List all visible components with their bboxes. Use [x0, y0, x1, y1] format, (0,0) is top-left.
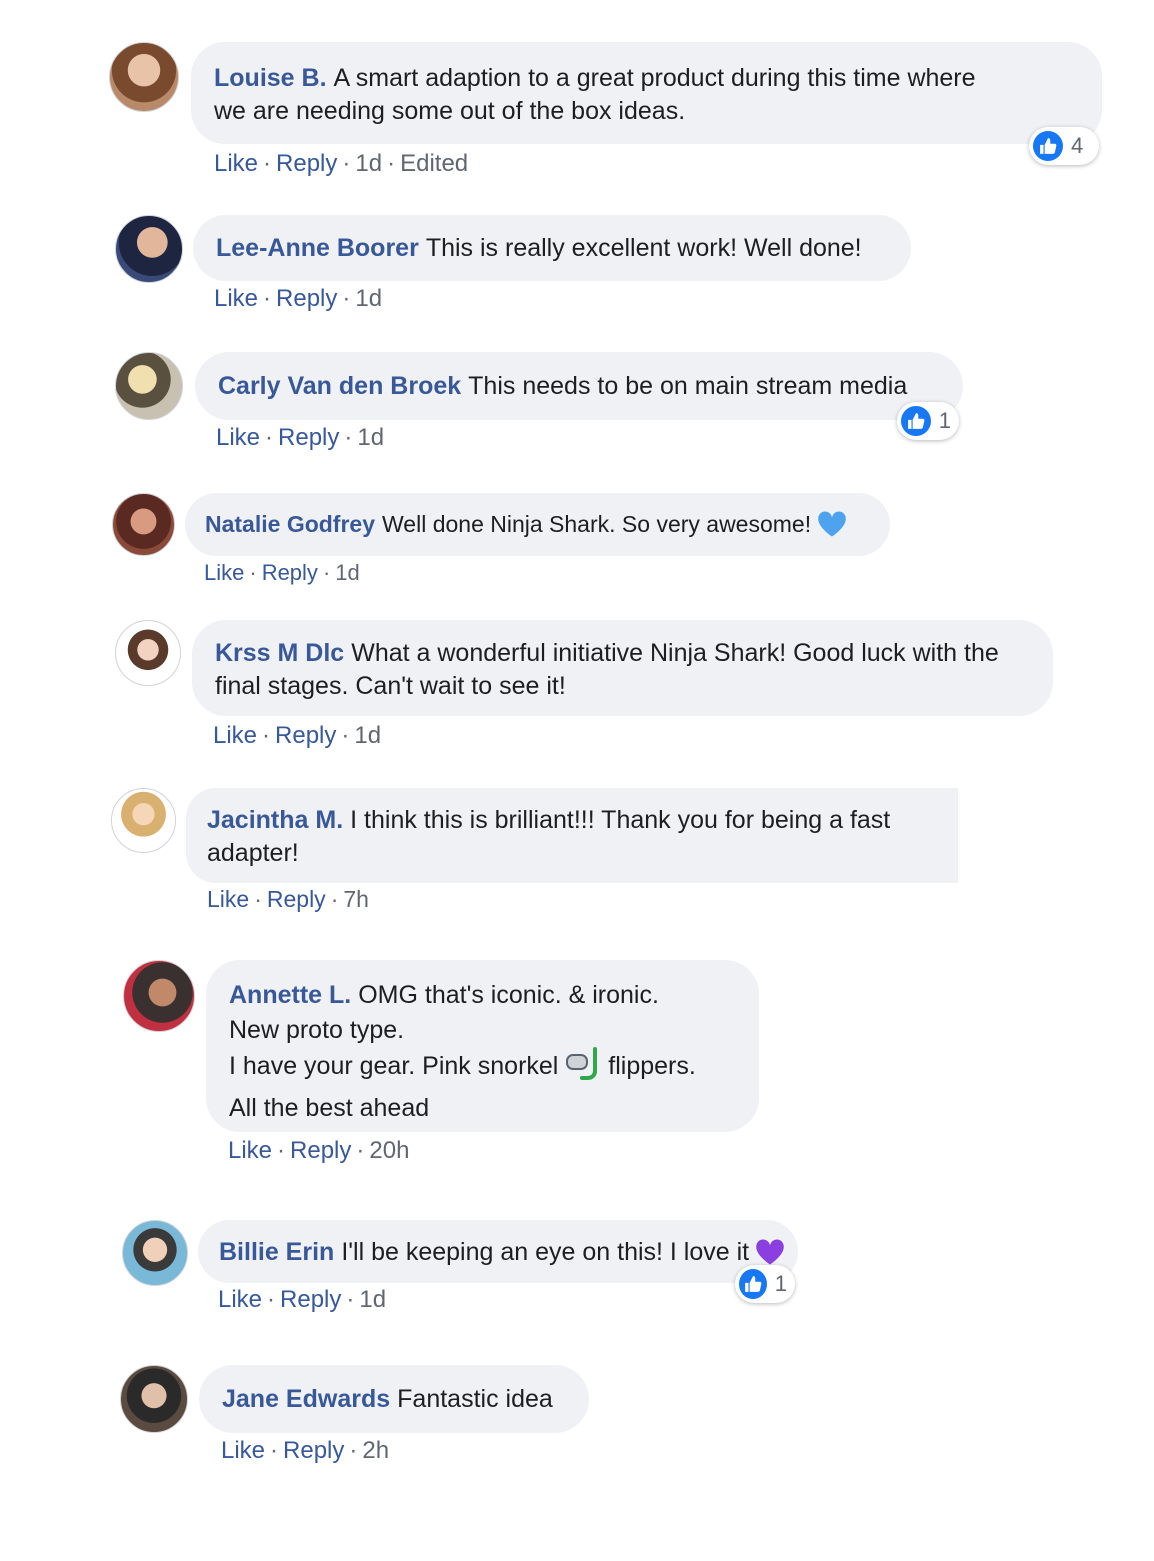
- reaction-number: 4: [1071, 133, 1084, 158]
- comment-text: flippers.: [608, 1052, 696, 1080]
- comment-bubble: Annette L. OMG that's iconic. & ironic. N…: [206, 960, 759, 1132]
- reply-link[interactable]: Reply: [262, 560, 318, 585]
- like-link[interactable]: Like: [214, 285, 258, 312]
- comment-bubble: Lee-Anne Boorer This is really excellent …: [193, 215, 911, 281]
- comment-author[interactable]: Jane Edwards: [222, 1385, 390, 1413]
- comment-text: What a wonderful initiative Ninja Shark!…: [351, 639, 999, 667]
- reaction-count[interactable]: 1: [735, 1265, 795, 1303]
- like-link[interactable]: Like: [207, 886, 249, 912]
- comment-text: New proto type.: [229, 1015, 405, 1044]
- edited-label: Edited: [400, 150, 469, 177]
- reply-link[interactable]: Reply: [278, 424, 339, 451]
- like-reaction-icon: [901, 406, 931, 436]
- comment-actions: Like · Reply · 1d: [204, 560, 360, 585]
- comment-bubble: Krss M Dlc What a wonderful initiative Ni…: [192, 620, 1053, 716]
- reaction-count[interactable]: 1: [897, 402, 959, 440]
- timestamp[interactable]: 1d: [355, 150, 382, 177]
- comment-author[interactable]: Jacintha M.: [207, 806, 343, 834]
- like-link[interactable]: Like: [213, 722, 257, 749]
- comment-author[interactable]: Annette L.: [229, 981, 351, 1009]
- comment-text: OMG that's iconic. & ironic.: [358, 981, 659, 1009]
- comment-bubble: Natalie Godfrey Well done Ninja Shark. So…: [185, 493, 890, 556]
- comment-text: I'll be keeping an eye on this! I love i…: [341, 1238, 750, 1266]
- comment-actions: Like · Reply · 1d · Edited: [214, 150, 469, 177]
- like-link[interactable]: Like: [216, 424, 260, 451]
- comment-text: Fantastic idea: [397, 1385, 553, 1413]
- reply-link[interactable]: Reply: [280, 1286, 341, 1313]
- avatar[interactable]: [123, 960, 195, 1032]
- comment-text: adapter!: [207, 839, 299, 867]
- comment-author[interactable]: Billie Erin: [219, 1238, 334, 1266]
- reply-link[interactable]: Reply: [283, 1437, 344, 1464]
- comment-bubble: Jacintha M. I think this is brilliant!!! …: [186, 788, 958, 883]
- comment-actions: Like · Reply · 20h: [228, 1137, 410, 1164]
- comment-actions: Like · Reply · 2h: [221, 1437, 390, 1464]
- like-link[interactable]: Like: [214, 150, 258, 177]
- comment-actions: Like · Reply · 7h: [207, 886, 369, 912]
- comment-author[interactable]: Lee-Anne Boorer: [216, 234, 419, 262]
- reply-link[interactable]: Reply: [267, 886, 326, 912]
- avatar[interactable]: [115, 215, 183, 283]
- avatar[interactable]: [111, 788, 176, 853]
- like-reaction-icon: [1033, 131, 1063, 161]
- like-link[interactable]: Like: [204, 560, 244, 585]
- like-link[interactable]: Like: [221, 1437, 265, 1464]
- comment-bubble: Billie Erin I'll be keeping an eye on thi…: [198, 1220, 798, 1283]
- comment-text: I have your gear. Pink snorkel: [229, 1052, 559, 1080]
- timestamp[interactable]: 1d: [355, 285, 382, 312]
- comment-text: All the best ahead: [229, 1093, 430, 1122]
- comment-text: This is really excellent work! Well done…: [425, 234, 862, 262]
- comment-bubble: Carly Van den Broek This needs to be on m…: [195, 352, 963, 420]
- comment-text: I think this is brilliant!!! Thank you f…: [350, 806, 891, 834]
- avatar[interactable]: [115, 620, 181, 686]
- comment-actions: Like · Reply · 1d: [218, 1286, 387, 1313]
- reply-link[interactable]: Reply: [276, 285, 337, 312]
- comment-author[interactable]: Carly Van den Broek: [218, 372, 461, 400]
- timestamp[interactable]: 1d: [359, 1286, 386, 1313]
- reply-link[interactable]: Reply: [275, 722, 336, 749]
- blue-heart-icon: [817, 510, 847, 547]
- timestamp[interactable]: 20h: [369, 1137, 409, 1164]
- comment-text: final stages. Can't wait to see it!: [215, 672, 566, 700]
- reaction-number: 1: [774, 1271, 787, 1296]
- comment-actions: Like · Reply · 1d: [216, 424, 385, 451]
- avatar[interactable]: [120, 1365, 188, 1433]
- like-link[interactable]: Like: [228, 1137, 272, 1164]
- reaction-number: 1: [938, 408, 951, 433]
- timestamp[interactable]: 2h: [362, 1437, 389, 1464]
- comment-author[interactable]: Louise B.: [214, 64, 327, 92]
- timestamp[interactable]: 1d: [357, 424, 384, 451]
- comment-text: This needs to be on main stream media: [468, 372, 908, 400]
- reaction-count[interactable]: 4: [1029, 127, 1099, 165]
- reply-link[interactable]: Reply: [290, 1137, 351, 1164]
- comment-actions: Like · Reply · 1d: [213, 722, 382, 749]
- timestamp[interactable]: 1d: [354, 722, 381, 749]
- comment-author[interactable]: Krss M Dlc: [215, 639, 344, 667]
- avatar[interactable]: [109, 42, 179, 112]
- snorkel-icon: [565, 1047, 601, 1091]
- comment-text: we are needing some out of the box ideas…: [214, 97, 686, 125]
- comment-text: Well done Ninja Shark. So very awesome!: [382, 511, 812, 537]
- avatar[interactable]: [122, 1220, 188, 1286]
- reply-link[interactable]: Reply: [276, 150, 337, 177]
- timestamp[interactable]: 7h: [343, 886, 369, 912]
- comment-actions: Like · Reply · 1d: [214, 285, 383, 312]
- like-reaction-icon: [739, 1269, 767, 1299]
- comment-bubble: Jane Edwards Fantastic idea: [199, 1365, 589, 1433]
- like-link[interactable]: Like: [218, 1286, 262, 1313]
- comment-author[interactable]: Natalie Godfrey: [205, 511, 375, 537]
- comment-text: A smart adaption to a great product duri…: [333, 64, 976, 92]
- avatar[interactable]: [115, 352, 183, 420]
- comment-bubble: Louise B. A smart adaption to a great pro…: [191, 42, 1102, 144]
- timestamp[interactable]: 1d: [335, 560, 359, 585]
- avatar[interactable]: [112, 493, 175, 556]
